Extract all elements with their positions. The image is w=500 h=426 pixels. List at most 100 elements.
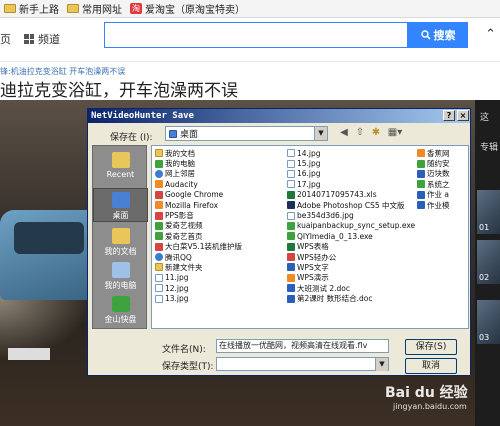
back-icon[interactable]: ◀ — [338, 127, 350, 139]
file-item[interactable]: QIYImedia_0_13.exe — [287, 231, 415, 241]
channel-label: 频道 — [38, 33, 60, 46]
file-jpg-icon — [287, 149, 295, 158]
view-menu-icon[interactable]: ▦▾ — [386, 127, 404, 139]
help-button[interactable]: ? — [443, 110, 455, 121]
save-in-value: 桌面 — [180, 130, 199, 140]
file-item[interactable]: 随约安 — [417, 158, 450, 168]
file-name: 第2课时 数形结合.doc — [297, 294, 373, 304]
search-input[interactable] — [104, 22, 408, 48]
cancel-button[interactable]: 取消 — [405, 358, 457, 374]
file-item[interactable]: WPS表格 — [287, 242, 415, 252]
file-red-icon — [155, 211, 163, 220]
favorite-common-sites[interactable]: 常用网址 — [67, 1, 122, 16]
file-item[interactable]: 14.jpg — [287, 148, 415, 158]
file-jpg-icon — [155, 294, 163, 303]
file-name: WPS轻办公 — [297, 252, 337, 262]
file-jpg-icon — [155, 273, 163, 282]
file-item[interactable]: 12.jpg — [155, 283, 242, 293]
file-folder-icon — [155, 149, 163, 158]
file-item[interactable]: 11.jpg — [155, 273, 242, 283]
file-item[interactable]: 作业模 — [417, 200, 450, 210]
file-item[interactable]: 20140717095743.xls — [287, 190, 415, 200]
favorite-aitaobao[interactable]: 淘 爱淘宝（原淘宝特卖） — [130, 1, 245, 16]
close-button[interactable]: × — [457, 110, 469, 121]
file-app-icon — [417, 180, 425, 189]
save-in-select[interactable]: 桌面 ▼ — [165, 126, 328, 141]
sidebar-thumbnail[interactable]: 02 — [477, 240, 500, 284]
file-item[interactable]: 腾讯QQ — [155, 252, 242, 262]
favorite-newbie[interactable]: 新手上路 — [4, 1, 59, 16]
file-item[interactable]: 迈块数 — [417, 169, 450, 179]
save-button[interactable]: 保存(S) — [405, 339, 457, 355]
file-item[interactable]: PPS影音 — [155, 210, 242, 220]
file-item[interactable]: WPS演示 — [287, 273, 415, 283]
search-button[interactable]: 搜索 — [408, 22, 468, 48]
file-list[interactable]: 我的文档 我的电脑 网上邻居 Audacity Google Chrome Mozilla… — [151, 145, 469, 329]
file-doc-icon — [417, 190, 425, 199]
file-item[interactable]: 系统之 — [417, 179, 450, 189]
favorite-label: 新手上路 — [19, 5, 59, 16]
place-recent[interactable]: Recent — [93, 152, 148, 179]
file-item[interactable]: 16.jpg — [287, 169, 415, 179]
place-my-documents[interactable]: 我的文档 — [93, 228, 148, 257]
place-my-computer[interactable]: 我的电脑 — [93, 262, 148, 291]
file-doc-icon — [417, 169, 425, 178]
file-item[interactable]: 香蕉网 — [417, 148, 450, 158]
place-kuaipan[interactable]: 金山快盘 — [93, 296, 148, 325]
favorite-label: 常用网址 — [82, 5, 122, 16]
file-item[interactable]: 大白菜V5.1装机维护版 — [155, 242, 242, 252]
file-item[interactable]: 作业 a — [417, 190, 450, 200]
file-name: be354d3d6.jpg — [297, 211, 354, 221]
filename-input[interactable]: 在线播放一优酷网，视频高清在线观看.flv — [216, 339, 389, 353]
file-doc-icon — [287, 263, 295, 272]
file-name: 大白菜V5.1装机维护版 — [165, 242, 243, 252]
nav-tab-channel[interactable]: 频道 — [24, 31, 60, 47]
file-item[interactable]: 第2课时 数形结合.doc — [287, 293, 415, 303]
file-item[interactable]: kuaipanbackup_sync_setup.exe — [287, 221, 415, 231]
file-item[interactable]: WPS轻办公 — [287, 252, 415, 262]
file-item[interactable]: Audacity — [155, 179, 242, 189]
file-item[interactable]: 15.jpg — [287, 158, 415, 168]
sidebar-thumbnail[interactable]: 01 — [477, 190, 500, 234]
file-ps-icon — [287, 201, 295, 210]
save-dialog: NetVideoHunter Save ? × 保存在 (I): 桌面 ▼ ◀ … — [87, 108, 471, 376]
file-app-icon — [155, 232, 163, 241]
file-name: 12.jpg — [165, 283, 189, 293]
file-item[interactable]: Mozilla Firefox — [155, 200, 242, 210]
file-item[interactable]: WPS文字 — [287, 262, 415, 272]
file-name: 17.jpg — [297, 179, 321, 189]
file-xls-icon — [287, 190, 295, 199]
file-item[interactable]: Google Chrome — [155, 190, 242, 200]
file-name: kuaipanbackup_sync_setup.exe — [297, 221, 416, 231]
sidebar-thumbnail[interactable]: 03 — [477, 300, 500, 344]
up-folder-icon[interactable]: ⇧ — [354, 127, 366, 139]
file-item[interactable]: Adobe Photoshop CS5 中文版 — [287, 200, 415, 210]
file-item[interactable]: 爱奇艺首页 — [155, 231, 242, 241]
filetype-select[interactable]: ▼ — [216, 357, 389, 371]
folder-icon — [4, 4, 16, 13]
file-folder-icon — [155, 263, 163, 272]
file-name: 20140717095743.xls — [297, 190, 377, 200]
place-desktop[interactable]: 桌面 — [93, 188, 148, 222]
file-item[interactable]: 17.jpg — [287, 179, 415, 189]
file-item[interactable]: 网上邻居 — [155, 169, 242, 179]
file-item[interactable]: be354d3d6.jpg — [287, 210, 415, 220]
file-name: Adobe Photoshop CS5 中文版 — [297, 200, 405, 210]
file-jpg-icon — [155, 284, 163, 293]
file-item[interactable]: 我的文档 — [155, 148, 242, 158]
sidebar-album-label[interactable]: 专辑 — [480, 140, 498, 153]
chevron-up-icon[interactable]: ⌃ — [485, 27, 496, 42]
file-item[interactable]: 新建文件夹 — [155, 262, 242, 272]
dialog-titlebar[interactable]: NetVideoHunter Save — [88, 109, 470, 123]
new-folder-icon[interactable]: ✱ — [370, 127, 382, 139]
file-name: 新建文件夹 — [165, 263, 203, 272]
file-item[interactable]: 爱奇艺视频 — [155, 221, 242, 231]
file-red-icon — [155, 242, 163, 251]
file-item[interactable]: 我的电脑 — [155, 158, 242, 168]
file-item[interactable]: 大班测试 2.doc — [287, 283, 415, 293]
file-name: 14.jpg — [297, 148, 321, 158]
nav-tab-page[interactable]: 页 — [0, 31, 11, 47]
file-item[interactable]: 13.jpg — [155, 293, 242, 303]
license-plate — [8, 348, 50, 360]
computer-icon — [111, 262, 130, 278]
